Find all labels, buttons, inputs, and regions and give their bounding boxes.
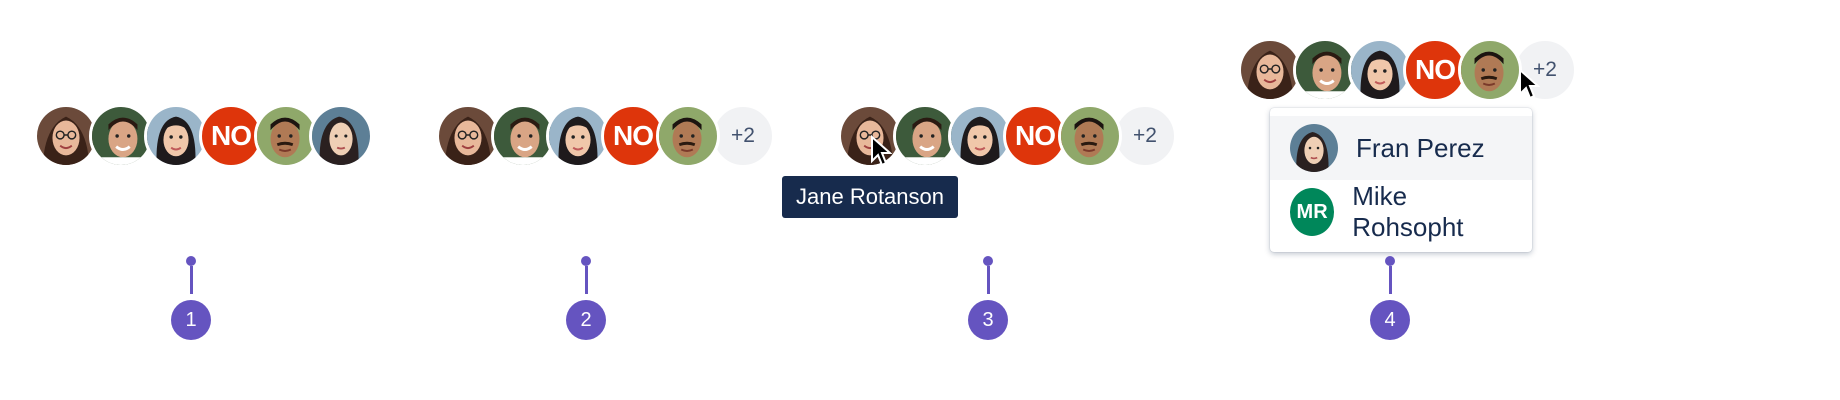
man-smiling-avatar [494, 107, 552, 165]
dropdown-item-label: Mike Rohsopht [1352, 181, 1464, 242]
woman-profile-avatar [1290, 124, 1338, 172]
man-smiling-avatar [92, 107, 150, 165]
more-avatars-dropdown: Fran Perez MR Mike Rohsopht [1270, 108, 1532, 252]
woman-dark-hair-avatar [951, 107, 1009, 165]
woman-dark-hair-avatar [147, 107, 205, 165]
step-marker-4: 4 [1370, 256, 1410, 340]
avatar-initials-text: NO [613, 120, 654, 151]
avatar-initials-text: MR [1296, 200, 1328, 223]
more-avatars-button[interactable]: +2 [711, 104, 775, 168]
step-marker-1: 1 [171, 256, 211, 340]
step-number: 1 [171, 300, 211, 340]
more-avatars-button[interactable]: +2 [1113, 104, 1177, 168]
step-number: 3 [968, 300, 1008, 340]
woman-glasses-avatar [1241, 41, 1299, 99]
avatar-group-1: NO [34, 104, 373, 168]
woman-dark-hair-avatar [1351, 41, 1409, 99]
woman-glasses-avatar [37, 107, 95, 165]
avatar[interactable] [309, 104, 373, 168]
man-smiling-avatar [1296, 41, 1354, 99]
woman-glasses-avatar [439, 107, 497, 165]
dropdown-item-label: Fran Perez [1356, 132, 1485, 163]
marker-dot [1385, 256, 1395, 266]
avatar-initials-text: NO [211, 120, 252, 151]
step-marker-2: 2 [566, 256, 606, 340]
marker-dot [581, 256, 591, 266]
avatar-group-2: NO +2 [436, 104, 775, 168]
woman-dark-hair-avatar [549, 107, 607, 165]
mouse-pointer-icon [871, 135, 892, 167]
marker-stem [189, 266, 193, 294]
man-mustache-avatar [257, 107, 315, 165]
avatar-initials-text: NO [1015, 120, 1056, 151]
man-mustache-avatar [659, 107, 717, 165]
dropdown-item-mike-rohsopht[interactable]: MR Mike Rohsopht [1270, 180, 1532, 244]
step-marker-3: 3 [968, 256, 1008, 340]
woman-profile-avatar [312, 107, 370, 165]
marker-dot [186, 256, 196, 266]
marker-stem [1388, 266, 1392, 294]
step-number: 4 [1370, 300, 1410, 340]
avatar-tooltip: Jane Rotanson [782, 176, 958, 218]
man-mustache-avatar [1061, 107, 1119, 165]
marker-dot [983, 256, 993, 266]
avatar[interactable] [656, 104, 720, 168]
marker-stem [584, 266, 588, 294]
avatar-initials: MR [1290, 188, 1335, 236]
avatar-initials-text: NO [1415, 54, 1456, 85]
man-mustache-avatar [1461, 41, 1519, 99]
avatar [1290, 124, 1338, 172]
dropdown-item-fran-perez[interactable]: Fran Perez [1270, 116, 1532, 180]
mouse-pointer-icon [1519, 68, 1540, 100]
marker-stem [986, 266, 990, 294]
avatar[interactable] [1058, 104, 1122, 168]
man-smiling-avatar [896, 107, 954, 165]
step-number: 2 [566, 300, 606, 340]
avatar[interactable] [1458, 38, 1522, 102]
